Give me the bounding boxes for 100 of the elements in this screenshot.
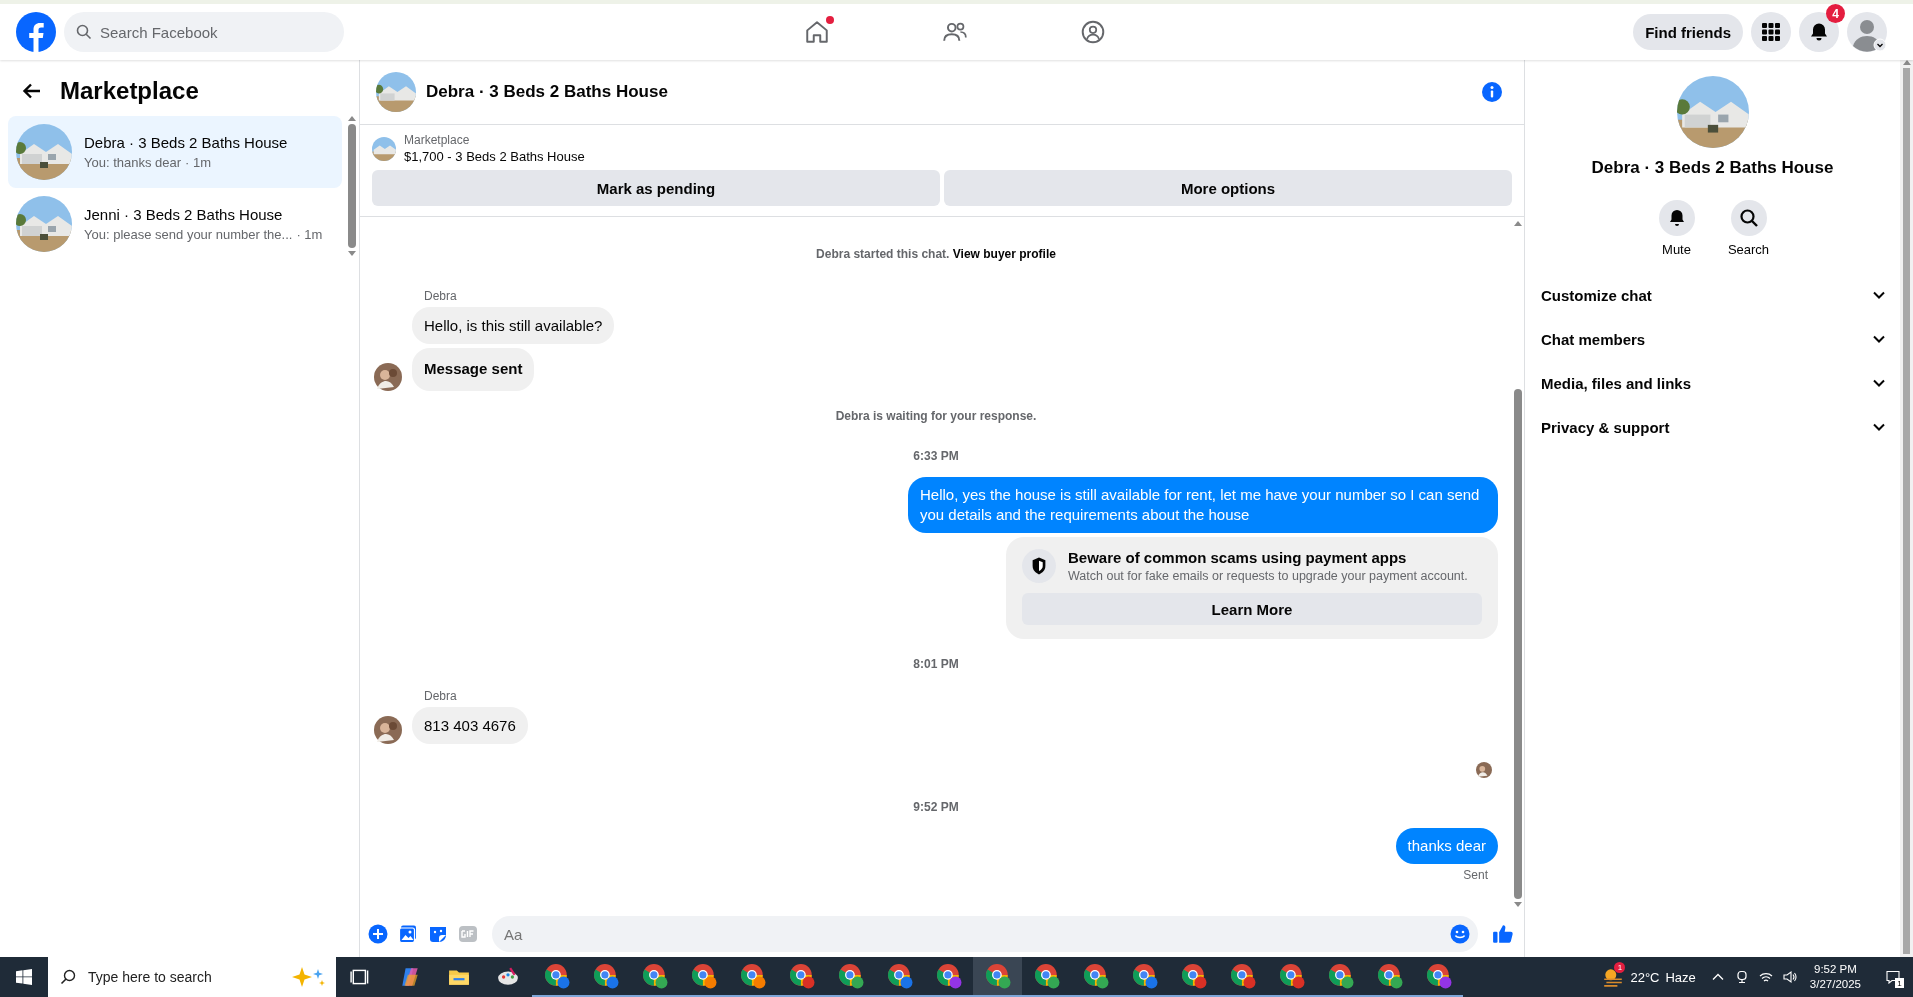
clock-date[interactable]: 3/27/2025	[1809, 977, 1861, 992]
browser-icon	[592, 963, 619, 989]
message-bubble: 813 403 4676	[412, 707, 528, 744]
account-button[interactable]	[1847, 12, 1887, 52]
avatar-icon	[1847, 12, 1887, 52]
learn-more-button[interactable]: Learn More	[1022, 593, 1482, 625]
timestamp: 6:33 PM	[913, 449, 959, 463]
message-bubble: Hello, is this still available?	[412, 307, 615, 344]
meet-now-icon[interactable]	[1734, 970, 1749, 984]
browser-icon	[543, 963, 570, 989]
browser-icon	[1180, 963, 1207, 989]
clock-time[interactable]: 9:52 PM	[1814, 962, 1857, 977]
browser-icon	[1425, 963, 1452, 989]
search-icon	[60, 969, 76, 985]
warning-title: Beware of common scams using payment apps	[1068, 549, 1408, 566]
grid-icon	[1761, 22, 1781, 42]
conversation-name: Jenni · 3 Beds 2 Baths House	[84, 206, 284, 223]
weather-condition[interactable]: Haze	[1665, 969, 1696, 985]
temperature[interactable]: 22°C	[1630, 969, 1660, 985]
browser-icon	[1229, 963, 1256, 989]
browser-icon	[984, 963, 1011, 989]
warning-text: Watch out for fake emails or requests to upgrade your payment account.	[1068, 569, 1468, 583]
scrollbar[interactable]	[346, 116, 357, 256]
listing-action-button[interactable]: More options	[944, 170, 1512, 206]
find-friends-button[interactable]: Find friends	[1633, 14, 1743, 50]
conversation-name: Debra · 3 Beds 2 Baths House	[84, 134, 288, 151]
message-bubble: Message sent	[412, 348, 535, 391]
notification-count: 4	[1826, 4, 1845, 23]
menu-button[interactable]	[1751, 12, 1791, 52]
message-bubble: Hello, yes the house is still available for rent, let me have your number so I can send you details and the requirements about the house	[908, 477, 1498, 533]
notification-center-button[interactable]: 1	[1873, 957, 1913, 997]
info-icon[interactable]	[1482, 82, 1502, 102]
browser-icon	[1278, 963, 1305, 989]
notification-dot	[825, 16, 834, 24]
timestamp: 9:52 PM	[913, 800, 959, 814]
browser-window-button[interactable]	[973, 957, 1022, 997]
mute-button[interactable]	[1658, 200, 1695, 236]
taskbar-search-field[interactable]: Type here to search	[48, 957, 336, 997]
chat-notice: Debra is waiting for your response.	[835, 409, 1037, 423]
message-status: Sent	[1463, 868, 1488, 882]
browser-icon	[641, 963, 668, 989]
shield-icon	[1022, 549, 1056, 583]
scrollbar[interactable]	[1900, 60, 1913, 957]
buyer-profile-link[interactable]: View buyer profile	[952, 247, 1056, 261]
collapsible-section[interactable]: Privacy & support	[1541, 405, 1886, 449]
browser-icon	[739, 963, 766, 989]
sender-name: Debra	[424, 689, 457, 703]
search-icon	[76, 24, 92, 40]
home-icon	[803, 19, 830, 45]
message-bubble: thanks dear	[1395, 828, 1498, 864]
browser-icon	[690, 963, 717, 989]
chat-notice: Debra started this chat. View buyer profile	[816, 247, 1056, 261]
browser-icon	[1327, 963, 1354, 989]
speaker-icon[interactable]	[1782, 970, 1797, 984]
plus-icon[interactable]	[368, 924, 388, 944]
chat-title[interactable]: Debra · 3 Beds 2 Baths House	[426, 82, 1472, 102]
listing-action-button[interactable]: Mark as pending	[372, 170, 940, 206]
back-arrow-icon[interactable]	[22, 81, 42, 101]
message-preview: You: thanks dear	[84, 155, 182, 170]
page-title: Marketplace	[60, 77, 199, 105]
weather-icon	[1602, 966, 1625, 988]
browser-icon	[1082, 963, 1109, 989]
chat-title: Debra · 3 Beds 2 Baths House	[1591, 158, 1834, 178]
browser-icon	[1033, 963, 1060, 989]
message-time: · 1m	[185, 155, 212, 170]
sender-name: Debra	[424, 289, 457, 303]
search-icon	[1738, 208, 1759, 228]
collapsible-section[interactable]: Customize chat	[1541, 273, 1886, 317]
collapsible-section[interactable]: Media, files and links	[1541, 361, 1886, 405]
search-button[interactable]	[1730, 200, 1767, 236]
browser-icon	[1131, 963, 1158, 989]
timestamp: 8:01 PM	[913, 657, 959, 671]
browser-icon	[837, 963, 864, 989]
collapsible-section[interactable]: Chat members	[1541, 317, 1886, 361]
message-preview: You: please send your number the...	[84, 227, 293, 242]
listing-title[interactable]: $1,700 - 3 Beds 2 Baths House	[404, 149, 585, 164]
bell-icon	[1809, 22, 1829, 42]
conversation-item[interactable]: Jenni · 3 Beds 2 Baths House You: please send your number the... · 1m	[8, 188, 342, 260]
browser-icon	[886, 963, 913, 989]
speech-bubble-icon	[1886, 970, 1900, 984]
weather-alert-count: 1	[1614, 962, 1626, 973]
browser-icon	[935, 963, 962, 989]
message-time: · 1m	[296, 227, 323, 242]
emoji-icon[interactable]	[1450, 924, 1470, 944]
wifi-icon[interactable]	[1758, 970, 1773, 984]
action-label: Mute	[1662, 242, 1691, 257]
listing-label: Marketplace	[404, 133, 471, 147]
image-icon[interactable]	[398, 924, 418, 944]
notification-count: 1	[1895, 978, 1904, 988]
sticker-icon[interactable]	[428, 924, 448, 944]
search-field[interactable]: Search Facebook	[64, 12, 344, 52]
message-input[interactable]: Aa	[492, 916, 1478, 952]
windows-start-icon[interactable]	[16, 969, 32, 985]
conversation-item[interactable]: Debra · 3 Beds 2 Baths House You: thanks dear · 1m	[8, 116, 342, 188]
paint-palette-icon[interactable]	[496, 966, 519, 988]
action-label: Search	[1727, 242, 1770, 257]
facebook-logo[interactable]	[16, 12, 56, 52]
thumbs-up-icon[interactable]	[1492, 923, 1514, 945]
browser-icon	[1376, 963, 1403, 989]
browser-icon	[788, 963, 815, 989]
